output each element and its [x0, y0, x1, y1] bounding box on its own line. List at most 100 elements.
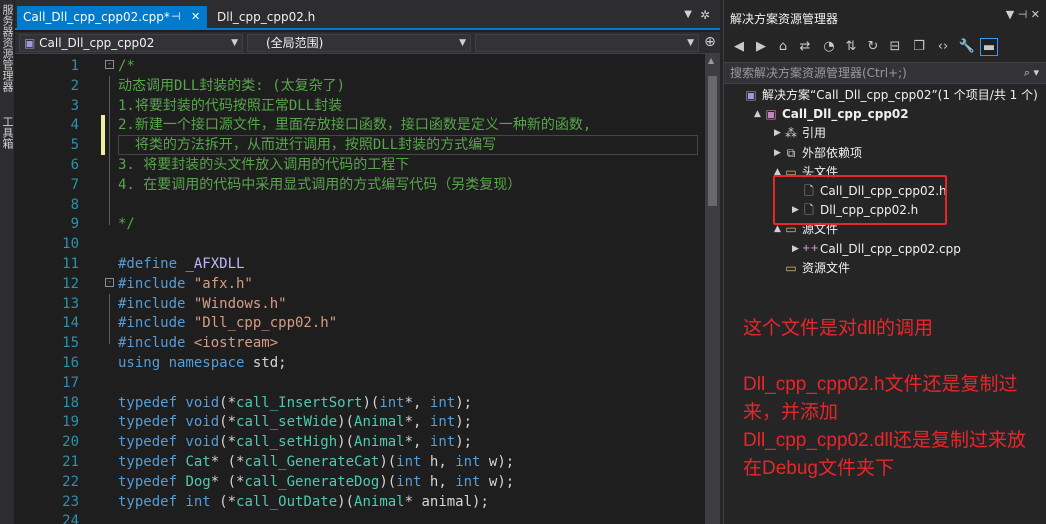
tree-item[interactable]: ▲ ▣ Call_Dll_cpp_cpp02 — [724, 105, 1046, 124]
tree-item-label: 资源文件 — [802, 260, 851, 275]
code-line[interactable]: 11 #define _AFXDLL — [15, 254, 705, 274]
project-icon: ▣ — [765, 107, 777, 122]
collapse-icon[interactable]: - — [105, 277, 114, 287]
code-line[interactable]: 9 */ — [15, 214, 705, 234]
code-token: Animal — [354, 493, 405, 510]
code-line[interactable]: 21 typedef Cat* (*call_GenerateCat)(int h… — [15, 452, 705, 472]
code-token: )( — [379, 473, 397, 490]
pending-changes-icon[interactable]: ◔ — [820, 38, 838, 56]
fold-guide — [109, 95, 110, 116]
code-text: typedef void(*call_setHigh)(Animal*, int… — [118, 432, 472, 452]
code-line[interactable]: 5 将类的方法拆开，从而进行调用，按照DLL封装的方式编写 — [15, 135, 705, 156]
code-token: 将类的方法拆开，从而进行调用，按照DLL封装的方式编写 — [118, 137, 497, 154]
document-tab-bar: Call_Dll_cpp_cpp02.cpp* ⊣ ✕ Dll_cpp_cpp0… — [15, 0, 720, 30]
code-line[interactable]: 14 #include "Dll_cpp_cpp02.h" — [15, 313, 705, 334]
code-line[interactable]: 19 typedef void(*call_setWide)(Animal*, i… — [15, 412, 705, 432]
code-line[interactable]: 10 — [15, 234, 705, 254]
code-line[interactable]: 17 — [15, 373, 705, 393]
code-token: int — [455, 454, 481, 470]
solution-search-input[interactable]: 搜索解决方案资源管理器(Ctrl+;) ⌕ ▾ — [724, 62, 1046, 84]
line-number: 14 — [62, 315, 79, 332]
code-line[interactable]: 12 - #include "afx.h" — [15, 274, 705, 294]
tree-item-label: Call_Dll_cpp_cpp02.cpp — [820, 241, 961, 256]
code-token: * (* — [210, 454, 245, 470]
code-text: 4. 在要调用的代码中采用显式调用的方式编写代码（另类复现） — [118, 175, 521, 195]
tree-item[interactable]: ▭ 资源文件 — [724, 259, 1046, 278]
tree-item[interactable]: ▶ ⧉ 外部依赖项 — [724, 144, 1046, 163]
code-line[interactable]: 6 3. 将要封装的头文件放入调用的代码的工程下 — [15, 155, 705, 175]
code-line[interactable]: 20 typedef void(*call_setHigh)(Animal*, i… — [15, 432, 705, 452]
code-text: #include "Dll_cpp_cpp02.h" — [118, 313, 337, 333]
panel-controls[interactable]: ▼ ⊣ ✕ — [1006, 8, 1040, 21]
tree-item[interactable]: ▶ ⁂ 引用 — [724, 124, 1046, 143]
preview-selected-icon[interactable]: ▬ — [980, 38, 998, 56]
sync-icon[interactable]: ⇅ — [842, 38, 860, 56]
home-icon[interactable]: ⌂ — [774, 38, 792, 56]
code-token: call_InsertSort — [236, 394, 363, 411]
code-text-area[interactable]: 1-/* 2 动态调用DLL封装的类: (太复杂了) 3 1.将要封装的代码按照正常DL… — [15, 54, 705, 524]
code-token: * (* — [210, 473, 245, 490]
switch-views-icon[interactable]: ⇄ — [796, 38, 814, 56]
code-line[interactable]: 18 typedef void(*call_InsertSort)(int*, i… — [15, 393, 705, 413]
server-explorer-tab[interactable]: 服务器资源管理器 — [0, 4, 15, 92]
vertical-scrollbar[interactable]: ▲ — [705, 54, 720, 524]
back-icon[interactable]: ◀ — [730, 38, 748, 56]
code-line[interactable]: 23 typedef int (*call_OutDate)(Animal* an… — [15, 492, 705, 512]
show-all-files-icon[interactable]: ❐ — [910, 38, 928, 56]
references-icon: ⁂ — [785, 126, 797, 141]
collapse-icon[interactable]: - — [105, 60, 114, 69]
scope-combo[interactable]: (全局范围) ▼ — [247, 34, 471, 52]
code-line[interactable]: 7 4. 在要调用的代码中采用显式调用的方式编写代码（另类复现） — [15, 174, 705, 195]
code-token: "afx.h" — [193, 275, 253, 292]
expand-arrow-icon[interactable]: ▶ — [774, 124, 784, 143]
scroll-up-icon[interactable]: ▲ — [708, 56, 714, 65]
scrollbar-thumb[interactable] — [708, 76, 717, 206]
close-icon[interactable]: ✕ — [191, 6, 200, 28]
forward-icon[interactable]: ▶ — [752, 38, 770, 56]
properties-icon[interactable]: 🔧 — [958, 38, 976, 56]
code-line[interactable]: 8 — [15, 194, 705, 215]
search-icon[interactable]: ⌕ ▾ — [1024, 63, 1039, 83]
code-token: 3. 将要封装的头文件放入调用的代码的工程下 — [118, 157, 410, 173]
line-number: 15 — [62, 335, 79, 352]
code-line[interactable]: 4 2.新建一个接口源文件，里面存放接口函数，接口函数是定义一种新的函数, — [15, 115, 705, 136]
line-number: 20 — [62, 434, 79, 451]
tree-item[interactable]: ▣ 解决方案“Call_Dll_cpp_cpp02”(1 个项目/共 1 个) — [724, 86, 1046, 105]
tab-dropdown-icon[interactable]: ▼ — [684, 9, 692, 20]
gear-icon[interactable]: ✲ — [700, 8, 710, 22]
code-token: 1.将要封装的代码按照正常DLL封装 — [118, 97, 343, 114]
code-token: h, — [421, 454, 456, 470]
code-line[interactable]: 24 — [15, 511, 705, 524]
code-line[interactable]: 2 动态调用DLL封装的类: (太复杂了) — [15, 75, 705, 96]
expand-arrow-icon[interactable]: ▶ — [792, 240, 802, 259]
toolbox-tab[interactable]: 工具箱 — [0, 116, 15, 149]
fold-guide — [109, 214, 110, 226]
code-line[interactable]: 13 #include "Windows.h" — [15, 293, 705, 314]
code-token: ); — [455, 394, 473, 411]
code-text: #include "afx.h" — [118, 274, 253, 294]
code-line[interactable]: 3 1.将要封装的代码按照正常DLL封装 — [15, 95, 705, 116]
code-line[interactable]: 16 using namespace std; — [15, 353, 705, 373]
code-line[interactable]: 22 typedef Dog* (*call_GenerateDog)(int h… — [15, 472, 705, 492]
split-window-icon[interactable]: ⊕ — [703, 34, 717, 52]
fold-guide — [109, 155, 110, 175]
refresh-icon[interactable]: ↻ — [864, 38, 882, 56]
code-line[interactable]: 15 #include <iostream> — [15, 333, 705, 353]
tab-call-dll-cpp[interactable]: Call_Dll_cpp_cpp02.cpp* ⊣ ✕ — [17, 6, 207, 28]
project-combo[interactable]: ▣ Call_Dll_cpp_cpp02 ▼ — [19, 34, 243, 52]
code-line[interactable]: 1 -/* — [15, 56, 705, 76]
view-code-icon[interactable]: ‹› — [934, 38, 952, 56]
collapse-arrow-icon[interactable]: ▲ — [754, 105, 764, 124]
member-combo[interactable]: ▼ — [475, 34, 699, 52]
code-text: typedef void(*call_setWide)(Animal*, int… — [118, 412, 472, 432]
tab-dll-cpp-h[interactable]: Dll_cpp_cpp02.h — [211, 6, 321, 28]
code-token: )( — [379, 454, 397, 470]
code-token: typedef — [118, 454, 186, 470]
expand-arrow-icon[interactable]: ▶ — [774, 144, 784, 163]
tree-item[interactable]: ▶ ++ Call_Dll_cpp_cpp02.cpp — [724, 240, 1046, 259]
code-text: #include <iostream> — [118, 333, 278, 353]
code-token: int — [455, 473, 481, 490]
pin-icon[interactable]: ⊣ — [171, 6, 181, 28]
collapse-all-icon[interactable]: ⊟ — [886, 38, 904, 56]
code-token: (* — [219, 414, 237, 431]
